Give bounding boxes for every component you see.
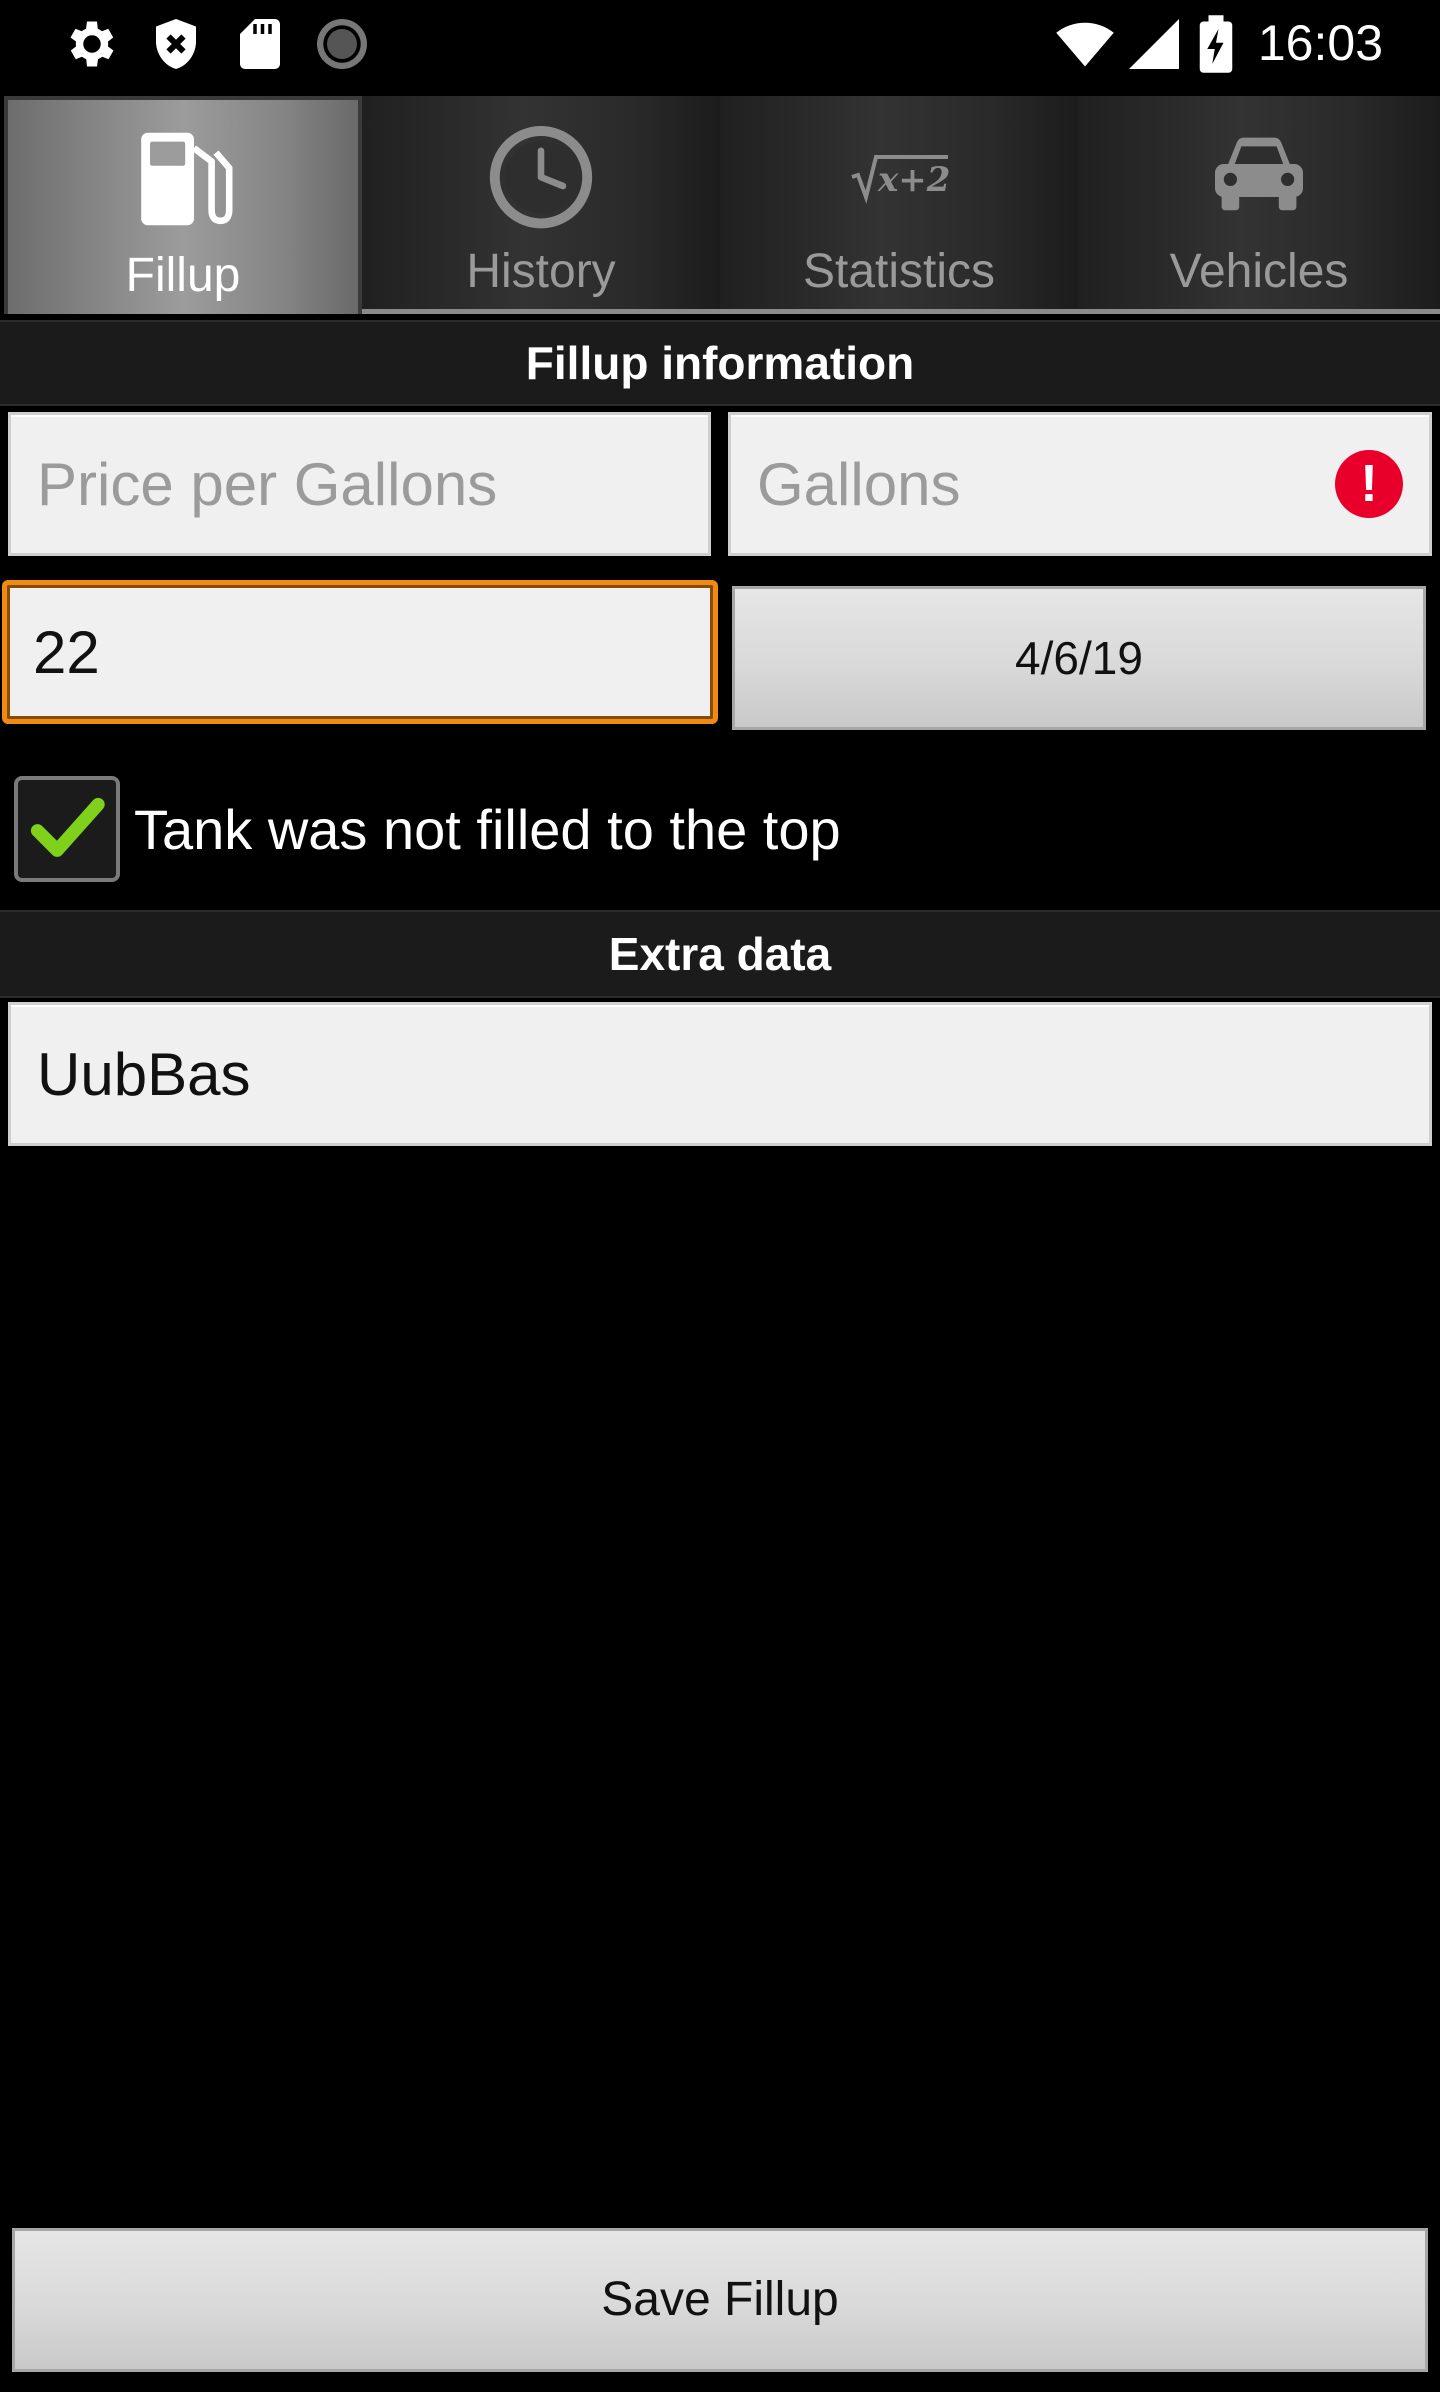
gas-pump-icon: [141, 132, 233, 226]
comment-field[interactable]: [8, 1002, 1432, 1146]
tab-label: History: [466, 245, 616, 298]
cell-signal-icon: [1129, 19, 1179, 69]
odometer-input[interactable]: [7, 585, 713, 719]
tab-fillup[interactable]: Fillup: [4, 96, 362, 314]
gallons-field[interactable]: !: [728, 412, 1432, 556]
save-fillup-button[interactable]: Save Fillup: [12, 2228, 1428, 2372]
tab-label: Fillup: [125, 249, 241, 302]
error-alert-icon: !: [1335, 450, 1403, 518]
fillup-information-header: Fillup information: [0, 320, 1440, 406]
car-icon: [1215, 137, 1303, 211]
partial-fill-label[interactable]: Tank was not filled to the top: [134, 795, 841, 865]
checkmark-icon: [30, 797, 105, 857]
tab-history[interactable]: History: [362, 96, 720, 314]
tab-statistics[interactable]: x+2 Statistics: [720, 96, 1078, 314]
wifi-icon: [1056, 22, 1114, 67]
clock-time: 16:03: [1257, 15, 1383, 71]
extra-data-header: Extra data: [0, 910, 1440, 998]
tab-bar: Fillup History x+2 Statistics Vehicles: [0, 96, 1440, 318]
sync-spinner-icon: [317, 19, 367, 69]
gallons-input[interactable]: [731, 415, 1429, 553]
gear-icon: [70, 21, 114, 67]
clock-icon: [489, 126, 593, 229]
tab-vehicles[interactable]: Vehicles: [1078, 96, 1440, 314]
odometer-field[interactable]: [2, 580, 718, 724]
price-per-gallon-field[interactable]: [8, 412, 711, 556]
battery-charging-icon: [1199, 15, 1233, 73]
status-bar: 16:03: [0, 0, 1440, 88]
shield-close-icon: [156, 19, 196, 69]
svg-text:x+2: x+2: [877, 160, 950, 200]
comment-input[interactable]: [11, 1005, 1429, 1143]
price-per-gallon-input[interactable]: [11, 415, 708, 553]
date-picker-button[interactable]: 4/6/19: [732, 586, 1426, 730]
sd-card-icon: [240, 19, 280, 69]
math-formula-icon: x+2: [851, 155, 950, 204]
tab-label: Statistics: [802, 245, 996, 298]
partial-fill-checkbox[interactable]: [14, 776, 120, 882]
tab-label: Vehicles: [1169, 245, 1349, 298]
